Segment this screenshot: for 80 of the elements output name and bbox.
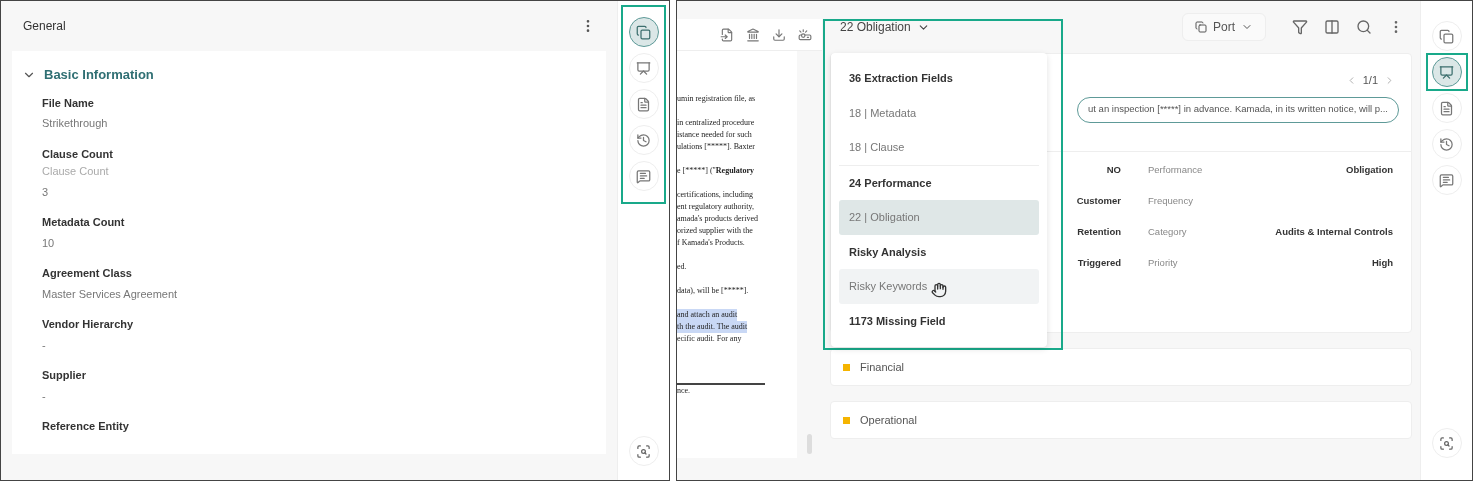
- presentation-icon: [1439, 64, 1454, 80]
- document-icon: [1439, 100, 1454, 116]
- group-label: Financial: [860, 359, 905, 375]
- document-line: ed.: [677, 261, 687, 273]
- building-icon[interactable]: [746, 27, 760, 42]
- download-icon[interactable]: [772, 27, 786, 42]
- field-value: -: [42, 388, 47, 404]
- panel-title: General: [23, 18, 66, 35]
- document-line: in centralized procedure: [677, 117, 755, 129]
- document-line: ent regulatory authority,: [677, 201, 754, 213]
- rail-button[interactable]: [1431, 57, 1462, 87]
- dropdown-option[interactable]: 22 | Obligation: [839, 200, 1039, 235]
- port-button[interactable]: Port: [1182, 13, 1266, 41]
- row-label: Frequency: [1148, 195, 1193, 207]
- dropdown-option[interactable]: Risky Analysis: [839, 234, 1039, 269]
- row-value: Audits & Internal Controls: [1275, 225, 1393, 240]
- row-value: High: [1371, 256, 1393, 271]
- field-label: Reference Entity: [42, 419, 130, 434]
- dropdown-option[interactable]: 18 | Clause: [839, 130, 1039, 165]
- row-value: Obligation: [1346, 163, 1393, 178]
- comment-icon: [636, 168, 651, 184]
- search-document-icon: [1439, 435, 1454, 451]
- group-card[interactable]: Operational: [830, 401, 1412, 439]
- document-line: ecific audit. For any: [677, 333, 742, 345]
- field-label: Metadata Count: [42, 215, 126, 230]
- row-value: Retention: [1077, 225, 1121, 240]
- document-line: amada's products derived: [677, 213, 758, 225]
- dropdown-option[interactable]: 1173 Missing Field: [839, 303, 1039, 338]
- field-value: -: [42, 337, 47, 353]
- copy-icon: [1195, 21, 1207, 33]
- copy-icon: [636, 24, 651, 40]
- row-value: Triggered: [1077, 256, 1121, 271]
- row-label: Performance: [1148, 164, 1203, 176]
- filter-icon[interactable]: [1292, 19, 1308, 35]
- field-label: Vendor Hierarchy: [42, 317, 135, 332]
- group-card[interactable]: Financial: [830, 348, 1412, 386]
- section-title[interactable]: Basic Information: [44, 65, 154, 85]
- pager-text: 1/1: [1362, 73, 1378, 88]
- document-line: nce.: [677, 385, 691, 397]
- row-value: NO: [1106, 163, 1121, 178]
- field-value: Clause Count: [42, 164, 110, 179]
- dropdown-option[interactable]: 18 | Metadata: [839, 95, 1039, 130]
- file-icon[interactable]: [720, 27, 734, 42]
- history-icon: [636, 132, 651, 148]
- document-line: istance needed for such: [677, 129, 752, 141]
- search-document-icon: [636, 443, 651, 459]
- document-icon: [636, 96, 651, 112]
- projector-icon[interactable]: [798, 27, 812, 42]
- document-line: f Kamada's Products.: [677, 237, 745, 249]
- columns-icon[interactable]: [1324, 19, 1340, 35]
- document-line: e [*****] ("Regulatory: [677, 165, 755, 177]
- row-value: Customer: [1076, 194, 1121, 209]
- field-value: Master Services Agreement: [42, 286, 179, 302]
- field-value: 10: [42, 235, 56, 251]
- field-label: Supplier: [42, 368, 87, 383]
- scrollbar[interactable]: [807, 434, 812, 454]
- row-label: Category: [1148, 226, 1187, 238]
- field-label: Clause Count: [42, 146, 114, 162]
- document-line: certifications, including: [677, 189, 753, 201]
- dropdown-trigger[interactable]: 22 Obligation: [840, 18, 930, 36]
- hand-cursor-icon: [931, 282, 948, 299]
- history-icon: [1439, 136, 1454, 152]
- dropdown-option[interactable]: 36 Extraction Fields: [839, 61, 1039, 96]
- group-label: Operational: [860, 412, 917, 428]
- field-value: 3: [42, 184, 50, 200]
- row-label: Priority: [1148, 257, 1178, 269]
- document-line: umin registration file, as: [677, 93, 756, 105]
- presentation-icon: [636, 60, 651, 76]
- document-line: ulations [*****]. Baxter: [677, 141, 755, 153]
- dropdown-option[interactable]: Risky Keywords: [839, 269, 1039, 304]
- field-label: Agreement Class: [42, 266, 133, 281]
- rail-button[interactable]: [628, 17, 659, 47]
- document-line: data), will be [*****].: [677, 285, 749, 297]
- comment-icon: [1439, 172, 1454, 188]
- search-icon[interactable]: [1356, 19, 1372, 35]
- dropdown-option[interactable]: 24 Performance: [839, 165, 1039, 200]
- copy-icon: [1439, 28, 1454, 44]
- field-value: Strikethrough: [42, 116, 109, 131]
- document-line: orized supplier with the: [677, 225, 753, 237]
- field-label: File Name: [42, 95, 95, 111]
